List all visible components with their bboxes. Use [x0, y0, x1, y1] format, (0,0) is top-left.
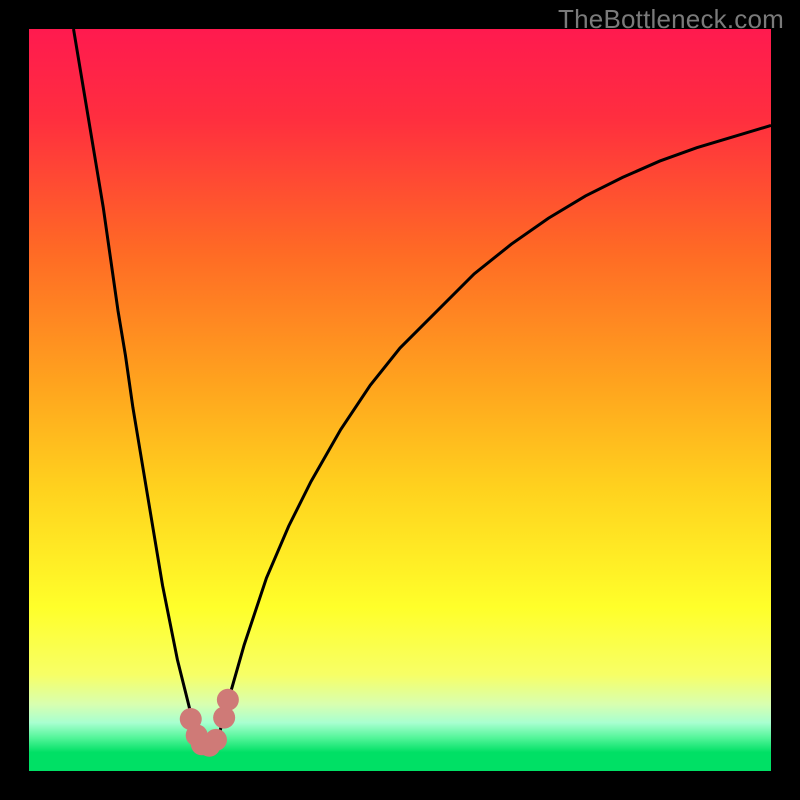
plot-area	[29, 29, 771, 771]
watermark-text: TheBottleneck.com	[558, 4, 784, 35]
data-marker	[205, 729, 227, 751]
curve-left-branch	[74, 29, 199, 738]
data-marker	[217, 689, 239, 711]
curves-layer	[29, 29, 771, 771]
chart-frame: TheBottleneck.com	[0, 0, 800, 800]
curve-right-branch	[218, 125, 771, 737]
